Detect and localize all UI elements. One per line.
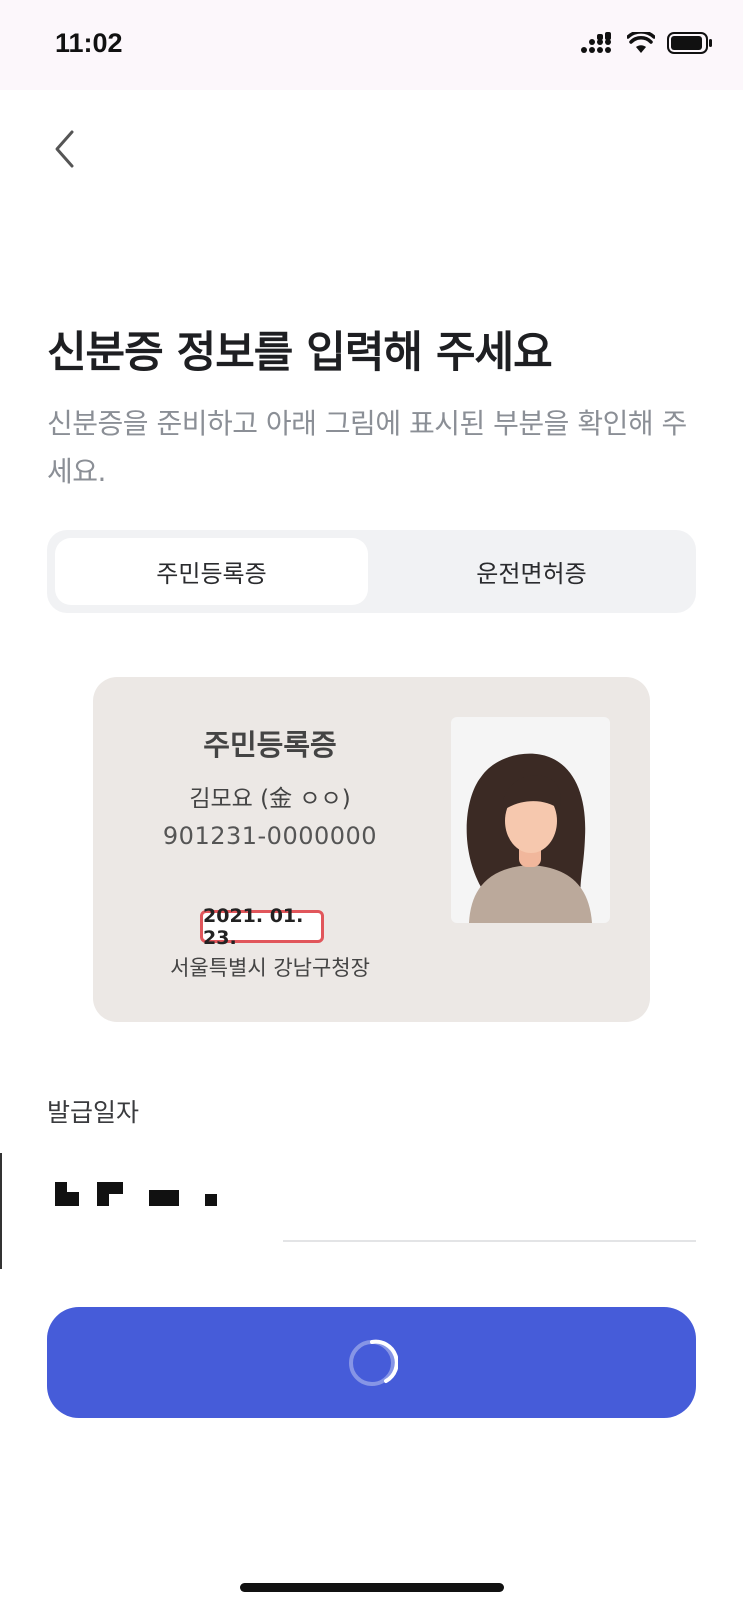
card-title: 주민등록증 [203, 728, 337, 762]
id-card-illustration: 주민등록증 김모요 (金 ㅇㅇ) 901231-0000000 2021. 01… [93, 677, 650, 1022]
card-photo [451, 717, 610, 923]
issue-date-input[interactable] [43, 1150, 696, 1242]
loading-spinner-icon [348, 1339, 398, 1386]
tab-driver-license[interactable]: 운전면허증 [375, 538, 688, 605]
id-type-segmented-control: 주민등록증 운전면허증 [47, 530, 696, 613]
wifi-icon [627, 32, 655, 53]
issue-date-label: 발급일자 [47, 1098, 140, 1127]
card-name: 김모요 (金 ㅇㅇ) [189, 786, 351, 812]
card-issue-date-highlight: 2021. 01. 23. [200, 905, 324, 949]
redacted-value [55, 1182, 217, 1206]
back-button[interactable] [44, 126, 84, 172]
cellular-signal-icon [581, 32, 611, 53]
text-cursor [0, 1153, 2, 1269]
page-title: 신분증 정보를 입력해 주세요 [47, 328, 553, 378]
page-subtitle: 신분증을 준비하고 아래 그림에 표시된 부분을 확인해 주세요. [47, 407, 687, 488]
home-indicator[interactable] [240, 1583, 504, 1592]
battery-icon [667, 32, 712, 54]
status-time: 11:02 [55, 28, 123, 58]
tab-resident-card[interactable]: 주민등록증 [55, 538, 368, 605]
status-bar: 11:02 [0, 0, 743, 90]
person-portrait-icon [466, 753, 592, 923]
chevron-left-icon [55, 130, 74, 168]
submit-button[interactable] [47, 1307, 696, 1418]
input-underline [283, 1240, 696, 1242]
status-icons [581, 32, 713, 54]
card-id-number: 901231-0000000 [162, 822, 378, 850]
card-issuer: 서울특별시 강남구청장 [170, 956, 370, 980]
